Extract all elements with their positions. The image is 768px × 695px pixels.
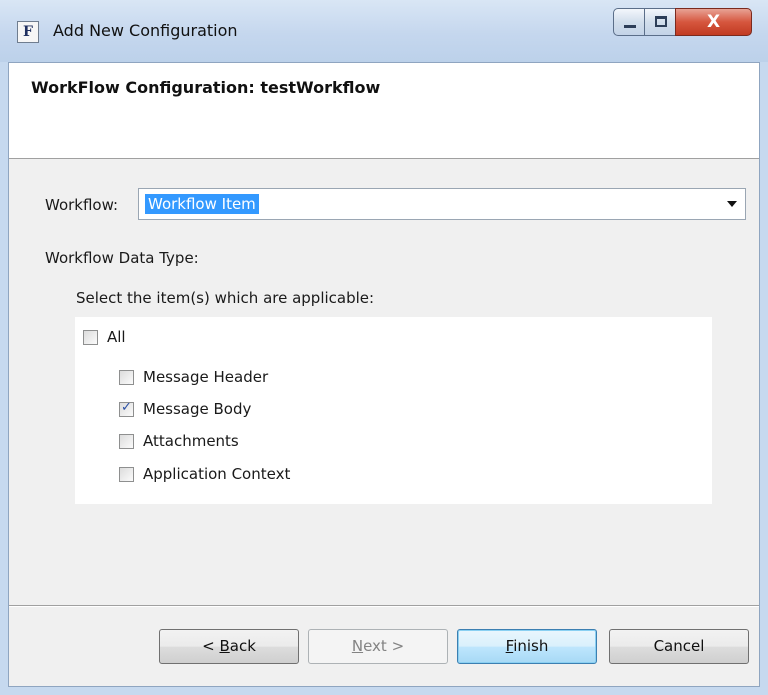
checkbox-label: All <box>107 328 126 346</box>
chevron-down-icon[interactable] <box>727 201 737 207</box>
workflow-dropdown[interactable]: Workflow Item <box>138 188 746 220</box>
data-type-label: Workflow Data Type: <box>45 249 199 267</box>
checkbox-label: Message Header <box>143 368 269 386</box>
back-button-mnemonic: B <box>219 637 230 655</box>
footer-divider <box>9 605 759 607</box>
back-button-rest: ack <box>229 637 256 655</box>
checkbox-box[interactable] <box>83 330 98 345</box>
select-items-label: Select the item(s) which are applicable: <box>76 289 375 307</box>
close-button[interactable]: X <box>675 8 752 36</box>
checkbox-label: Attachments <box>143 432 239 450</box>
checkmark-icon: ✓ <box>121 400 132 415</box>
finish-button-rest: inish <box>513 637 549 655</box>
close-icon: X <box>706 12 721 32</box>
dialog-window: F Add New Configuration X WorkFlow Confi… <box>0 0 768 695</box>
dialog-client-area: WorkFlow Configuration: testWorkflow Wor… <box>8 62 760 687</box>
next-button[interactable]: Next > <box>308 629 448 664</box>
back-button[interactable]: < Back <box>159 629 299 664</box>
checkbox-box[interactable] <box>119 467 134 482</box>
checkbox-box[interactable] <box>119 434 134 449</box>
next-button-mnemonic: N <box>351 637 364 655</box>
checkbox-label: Message Body <box>143 400 252 418</box>
maximize-icon <box>655 16 667 27</box>
workflow-label: Workflow: <box>45 196 119 214</box>
workflow-selected-value: Workflow Item <box>145 194 259 214</box>
back-button-prefix: < <box>202 637 220 655</box>
title-bar[interactable]: F Add New Configuration X <box>0 0 768 62</box>
minimize-button[interactable] <box>613 8 645 36</box>
app-icon: F <box>17 21 39 43</box>
maximize-button[interactable] <box>644 8 676 36</box>
page-title: WorkFlow Configuration: testWorkflow <box>31 78 381 97</box>
finish-button[interactable]: Finish <box>457 629 597 664</box>
wizard-header: WorkFlow Configuration: testWorkflow <box>9 63 759 159</box>
checkbox-box[interactable] <box>119 370 134 385</box>
checkbox-box[interactable]: ✓ <box>119 400 134 417</box>
window-title: Add New Configuration <box>53 21 238 40</box>
next-button-rest: ext > <box>363 637 405 655</box>
items-panel: All Message Header ✓ Message Body Attach… <box>75 317 712 504</box>
minimize-icon <box>624 25 636 28</box>
cancel-button[interactable]: Cancel <box>609 629 749 664</box>
checkbox-label: Application Context <box>143 465 291 483</box>
